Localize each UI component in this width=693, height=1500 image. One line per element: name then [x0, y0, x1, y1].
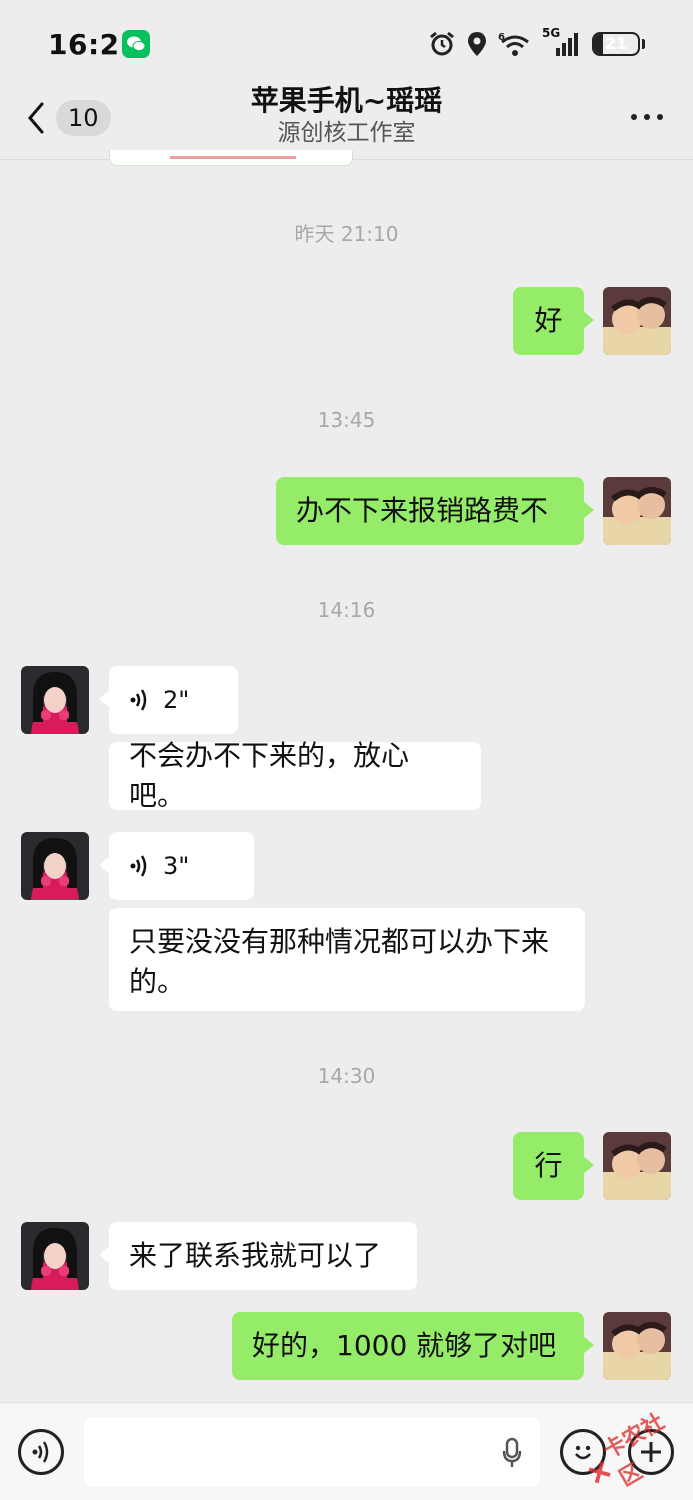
emoji-icon — [575, 1445, 591, 1460]
plus-button[interactable] — [628, 1429, 674, 1475]
more-dot-icon — [631, 114, 637, 120]
chat-title-block: 苹果手机~瑶瑶 源创核工作室 — [0, 84, 693, 148]
contact-avatar[interactable] — [21, 832, 89, 900]
voice-duration: 2" — [163, 686, 190, 714]
chat-screen: 16:21 6 5G 21 10 苹果手机~瑶瑶 源创核工作室 昨天 21:10… — [0, 0, 693, 1500]
voice-toggle-icon — [32, 1441, 49, 1463]
voice-wave-icon — [130, 855, 147, 877]
timestamp: 昨天 21:10 — [294, 222, 399, 246]
my-avatar[interactable] — [603, 287, 671, 355]
signal-icon: 5G — [542, 26, 582, 58]
message-input[interactable] — [84, 1417, 540, 1487]
plus-icon — [641, 1442, 661, 1462]
my-avatar[interactable] — [603, 477, 671, 545]
input-bar — [0, 1402, 693, 1500]
emoji-button[interactable] — [560, 1429, 606, 1475]
wechat-notification-icon — [122, 30, 150, 58]
timestamp: 14:16 — [317, 598, 376, 622]
voice-message-bubble[interactable]: 3" — [99, 832, 254, 900]
voice-wave-icon — [130, 689, 147, 711]
voice-duration: 3" — [163, 852, 190, 880]
partial-message-card[interactable] — [109, 150, 353, 166]
more-dot-icon — [644, 114, 650, 120]
my-message-bubble[interactable]: 办不下来报销路费不 — [276, 477, 594, 545]
more-dot-icon — [657, 114, 663, 120]
my-avatar[interactable] — [603, 1312, 671, 1380]
contact-avatar[interactable] — [21, 1222, 89, 1290]
network-type: 5G — [542, 26, 561, 40]
more-options-button[interactable] — [631, 114, 663, 120]
my-message-bubble[interactable]: 行 — [513, 1132, 594, 1200]
voice-toggle-button[interactable] — [18, 1429, 64, 1475]
timestamp: 14:30 — [317, 1064, 376, 1088]
contact-avatar[interactable] — [21, 666, 89, 734]
timestamp: 13:45 — [317, 408, 376, 432]
battery-tip — [642, 39, 645, 49]
contact-message-bubble[interactable]: 来了联系我就可以了 — [99, 1222, 417, 1290]
my-message-bubble[interactable]: 好 — [513, 287, 594, 355]
alarm-icon — [428, 30, 456, 58]
chat-title: 苹果手机~瑶瑶 — [250, 84, 443, 117]
battery-icon: 21 — [592, 32, 640, 56]
battery-level: 21 — [604, 34, 628, 53]
wifi-icon: 6 — [498, 30, 532, 58]
status-icons: 6 5G 21 — [428, 26, 645, 60]
my-avatar[interactable] — [603, 1132, 671, 1200]
voice-message-bubble[interactable]: 2" — [99, 666, 238, 734]
chat-subtitle: 源创核工作室 — [277, 120, 416, 146]
mic-icon[interactable] — [502, 1437, 522, 1469]
contact-message-bubble[interactable]: 只要没没有那种情况都可以办下来的。 — [109, 908, 585, 1011]
my-message-bubble[interactable]: 好的，1000 就够了对吧 — [232, 1312, 594, 1380]
card-text-line — [170, 156, 296, 159]
location-icon — [466, 30, 488, 58]
status-bar: 16:21 6 5G 21 — [0, 0, 693, 88]
contact-message-bubble[interactable]: 不会办不下来的，放心吧。 — [109, 739, 481, 812]
